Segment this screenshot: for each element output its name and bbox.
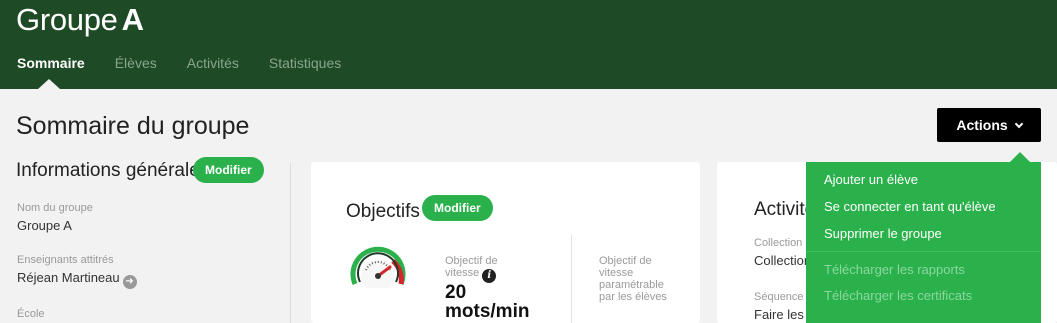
group-name-label: Nom du groupe [17,202,93,214]
objectives-divider [571,235,572,323]
actions-button[interactable]: Actions [937,108,1041,142]
group-name-value: Groupe A [17,218,72,233]
menu-divider [806,251,1041,252]
collection-value: Collection [754,253,812,268]
arrow-right-circle-icon[interactable]: ➜ [122,275,137,289]
tab-statistiques[interactable]: Statistiques [269,55,341,71]
group-title-prefix: Groupe [16,2,118,37]
group-tabs: Sommaire Élèves Activités Statistiques [17,55,371,71]
collection-label: Collection [754,237,803,249]
general-info-heading: Informations générales [16,160,210,181]
speed-goal-value: 20 mots/min [445,282,530,322]
menu-item-delete-group[interactable]: Supprimer le groupe [824,226,942,241]
page-title: Sommaire du groupe [16,112,250,140]
actions-menu-caret [1010,152,1030,162]
column-divider [290,163,291,323]
group-title: Groupe A [16,2,144,38]
menu-item-download-reports: Télécharger les rapports [824,262,965,277]
teacher-name[interactable]: Réjean Martineau [17,270,120,285]
teachers-value: Réjean Martineau ➜ [17,270,137,289]
teachers-label: Enseignants attitrés [17,254,114,266]
tab-sommaire[interactable]: Sommaire [17,55,85,71]
menu-item-login-as-student[interactable]: Se connecter en tant qu'élève [824,199,996,214]
tab-eleves[interactable]: Élèves [115,55,157,71]
chevron-down-icon [1014,119,1023,128]
menu-item-download-certificates: Télécharger les certificats [824,288,973,303]
menu-item-add-student[interactable]: Ajouter un élève [824,172,918,187]
speedometer-icon [350,246,406,288]
school-label: École [17,308,45,320]
actions-button-label: Actions [956,117,1008,133]
group-header: Groupe A Sommaire Élèves Activités Statis… [0,0,1057,89]
actions-menu: Ajouter un élève Se connecter en tant qu… [806,162,1041,323]
objectives-modify-button[interactable]: Modifier [422,195,493,221]
sequence-label: Séquence [754,291,804,303]
objectives-heading: Objectifs [346,201,420,222]
group-title-name: A [121,2,144,37]
tab-activites[interactable]: Activités [187,55,239,71]
objectives-card: Objectifs Modifier Objectif de vitesse i… [311,162,700,323]
active-tab-indicator [38,79,60,89]
info-icon[interactable]: i [482,269,497,283]
general-info-modify-button[interactable]: Modifier [193,157,264,183]
adjustable-speed-label: Objectif de vitesse paramétrable par les… [599,255,667,303]
speed-goal-label: Objectif de vitesse i [445,255,515,283]
